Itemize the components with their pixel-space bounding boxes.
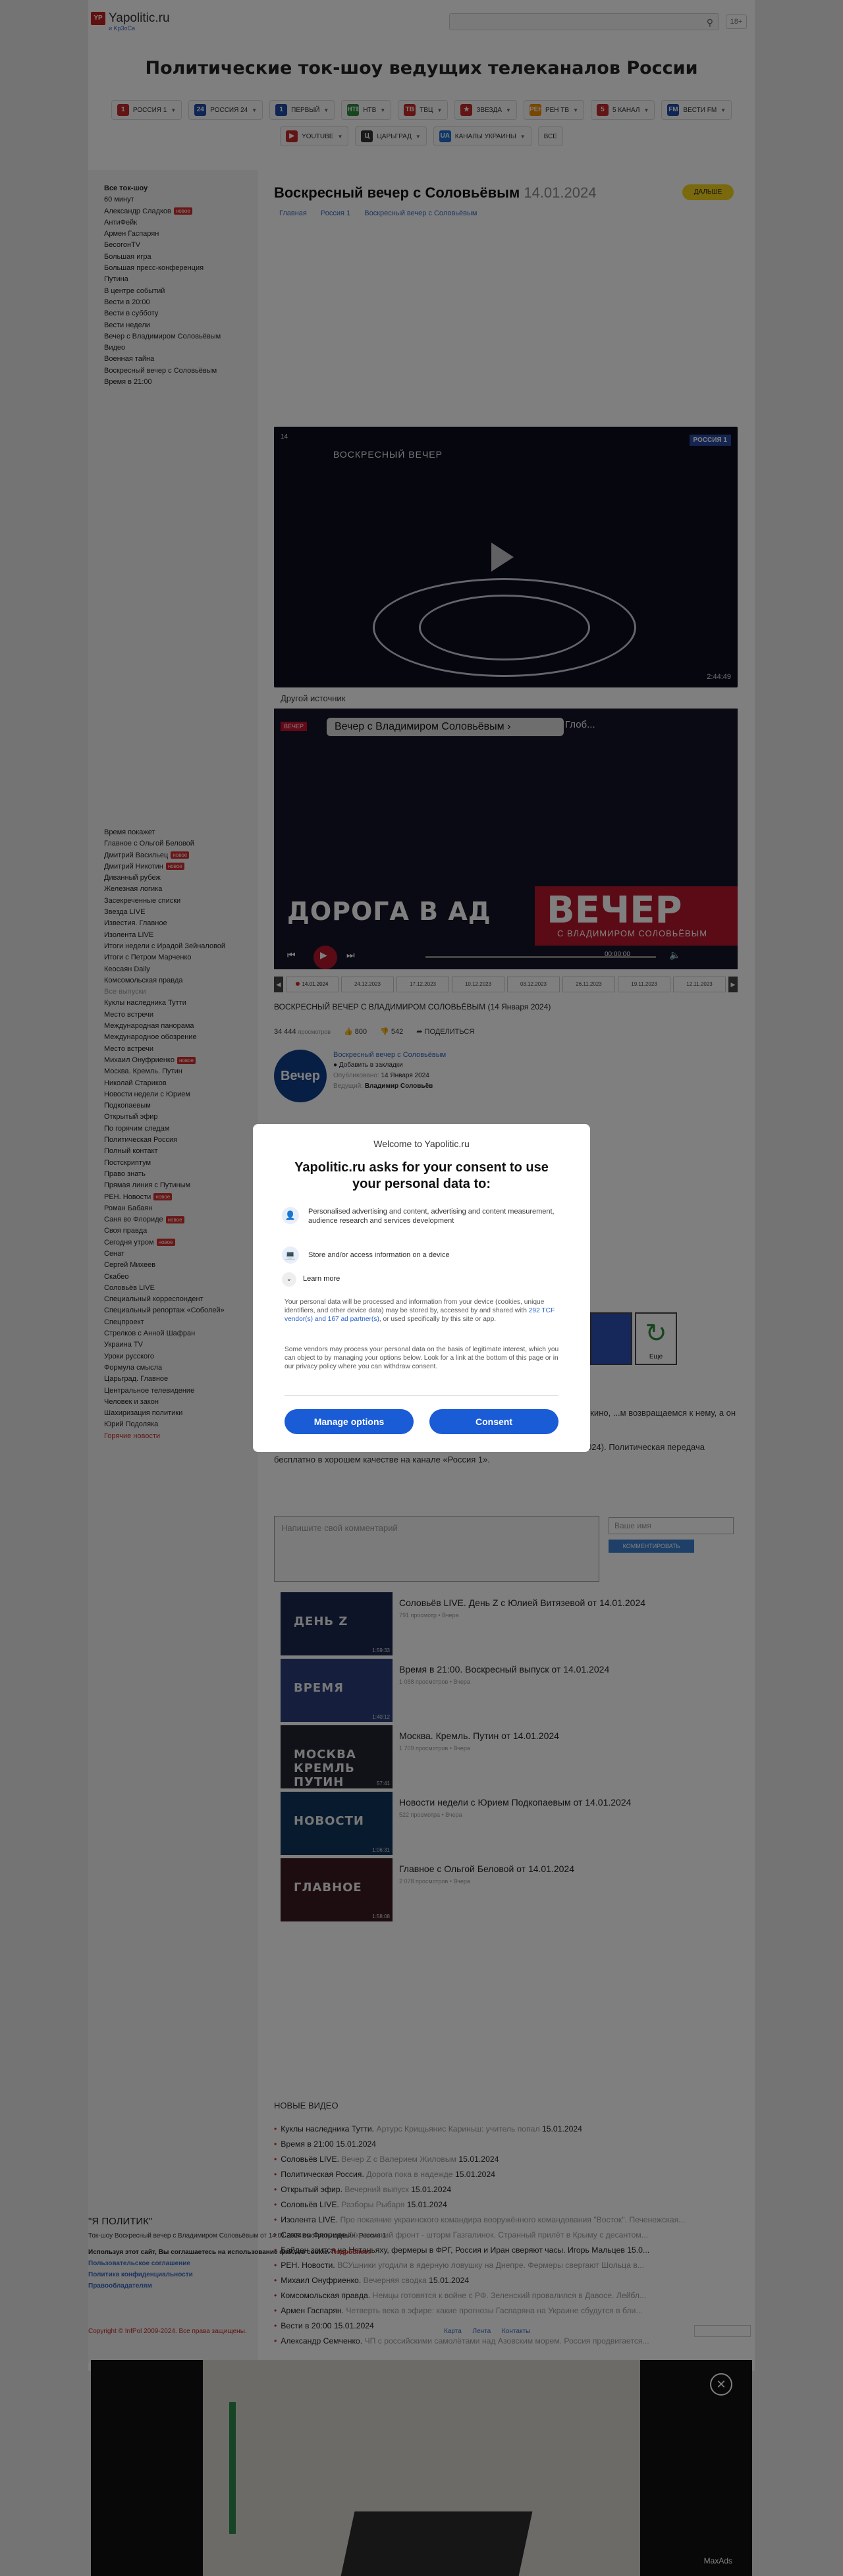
consent-text: Your personal data will be processed and… (285, 1299, 555, 1323)
consent-dialog: Welcome to Yapolitic.ru Yapolitic.ru ask… (253, 1124, 590, 1452)
consent-text-2: Some vendors may process your personal d… (285, 1346, 559, 1370)
purpose-ads: 👤 Personalised advertising and content, … (282, 1207, 565, 1233)
consent-title: Yapolitic.ru asks for your consent to us… (294, 1160, 549, 1191)
chevron-down-icon: ⌄ (282, 1272, 296, 1287)
consent-button[interactable]: Consent (429, 1409, 558, 1434)
device-icon: 💻 (282, 1247, 299, 1264)
purpose-storage: 💻 Store and/or access information on a d… (282, 1247, 565, 1266)
person-icon: 👤 (282, 1207, 299, 1224)
divider (285, 1395, 558, 1396)
learn-more-toggle[interactable]: ⌄ Learn more (282, 1272, 340, 1287)
manage-options-button[interactable]: Manage options (285, 1409, 414, 1434)
consent-welcome: Welcome to Yapolitic.ru (373, 1139, 470, 1149)
